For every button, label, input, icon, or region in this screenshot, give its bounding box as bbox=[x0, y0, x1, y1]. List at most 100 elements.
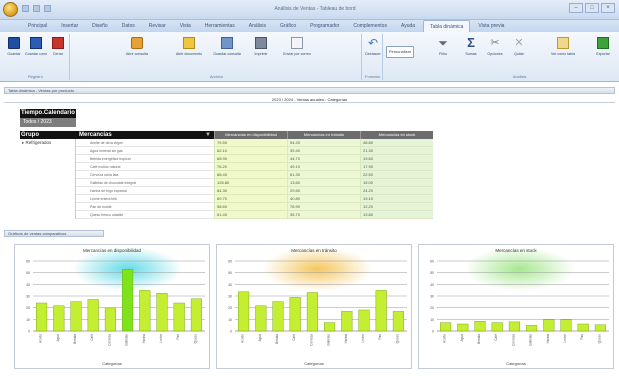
row-label: Pan de molde bbox=[76, 203, 214, 211]
chart-bar[interactable] bbox=[306, 292, 318, 332]
qat-save-icon[interactable] bbox=[22, 5, 29, 12]
export-button[interactable]: Exportar bbox=[590, 37, 616, 67]
chart-bar[interactable] bbox=[560, 319, 572, 332]
open-document-button[interactable]: Abrir documento bbox=[172, 37, 206, 67]
save-button[interactable]: Guardar bbox=[3, 37, 25, 67]
table-row[interactable]: Queso fresco untable 61.40 36.70 13.80 bbox=[76, 211, 433, 219]
ribbon-tab[interactable]: Análisis bbox=[243, 20, 272, 32]
ribbon-tab[interactable]: Programador bbox=[304, 20, 345, 32]
ribbon-tab[interactable]: Ayuda bbox=[395, 20, 421, 32]
ribbon-tab[interactable]: Revisar bbox=[143, 20, 172, 32]
chart-bar[interactable] bbox=[139, 290, 151, 332]
column-header[interactable]: Mercancías en stock bbox=[360, 131, 433, 139]
table-cell: 48.80 bbox=[360, 139, 433, 147]
chart-bar[interactable] bbox=[594, 324, 606, 332]
ribbon-tab[interactable]: Vista previa bbox=[472, 20, 510, 32]
chart-bar[interactable] bbox=[341, 311, 353, 332]
chart-panel-disponibilidad[interactable]: 60 50 40 30 20 10 0 Aceite Agua Bebida Café Cerveza… bbox=[14, 244, 210, 369]
save-query-button[interactable]: Guardar consulta bbox=[212, 37, 242, 67]
table-row[interactable]: Agua mineral sin gas 62.10 39.40 21.30 bbox=[76, 147, 433, 155]
filter-button[interactable]: ⏷ Filtro bbox=[430, 37, 456, 67]
ribbon-tab[interactable]: Herramientas bbox=[199, 20, 241, 32]
chart-bar[interactable] bbox=[474, 320, 486, 332]
ribbon: Guardar Guardar como Cerrar Registro Abr… bbox=[0, 32, 619, 82]
minimize-button[interactable]: – bbox=[569, 3, 583, 13]
mercancias-header[interactable]: Mercancías ▼ bbox=[76, 131, 214, 139]
chart-bar[interactable] bbox=[36, 302, 48, 332]
open-query-button[interactable]: Abrir consulta bbox=[122, 37, 152, 67]
y-tick-label: 0 bbox=[230, 330, 232, 334]
tiempo-filter-value[interactable]: Todos / 2023 bbox=[20, 118, 76, 127]
qat-redo-icon[interactable] bbox=[44, 5, 51, 12]
chart-bar[interactable] bbox=[53, 305, 65, 332]
chart-panel-transito[interactable]: 60 50 40 30 20 10 0 Aceite Agua Bebida Café Cerveza… bbox=[216, 244, 412, 369]
chart-bar[interactable] bbox=[491, 322, 503, 332]
chart-bar[interactable] bbox=[457, 323, 469, 332]
ribbon-tab[interactable]: Vista bbox=[174, 20, 197, 32]
chart-bar[interactable] bbox=[272, 301, 284, 332]
ribbon-tab[interactable]: Complementos bbox=[347, 20, 393, 32]
chart-bar[interactable] bbox=[543, 319, 555, 332]
chart-bar[interactable] bbox=[190, 298, 202, 332]
chart-bar[interactable] bbox=[577, 323, 589, 332]
maximize-button[interactable]: □ bbox=[585, 3, 599, 13]
view-as-table-button[interactable]: Ver como tabla bbox=[548, 37, 578, 67]
chart-bar[interactable] bbox=[104, 307, 116, 332]
sum-button[interactable]: Σ Sumas bbox=[460, 36, 482, 67]
table-row[interactable]: Galletas de chocolate integral 126.80 13.6… bbox=[76, 179, 433, 187]
x-tick-label: Aceite bbox=[39, 334, 43, 343]
sort-arrow-icon[interactable]: ▼ bbox=[205, 131, 211, 139]
ribbon-tab[interactable]: Diseño bbox=[86, 20, 114, 32]
chart-bar[interactable] bbox=[358, 309, 370, 332]
chart-bar[interactable] bbox=[440, 322, 452, 332]
charts-section-header[interactable]: Gráficos de ventas comparativos bbox=[4, 230, 104, 237]
chart-bar[interactable] bbox=[70, 301, 82, 332]
undo-button[interactable]: ↶ Deshacer bbox=[363, 37, 383, 67]
close-button[interactable]: × bbox=[601, 3, 615, 13]
group-cell[interactable]: ▸ Refrigerados bbox=[20, 139, 76, 219]
remove-button[interactable]: ✕ Quitar bbox=[508, 37, 530, 67]
qat-undo-icon[interactable] bbox=[33, 5, 40, 12]
chart-bar[interactable] bbox=[375, 290, 387, 332]
table-row[interactable]: Bebida energética tropical 68.90 44.70 19.6… bbox=[76, 155, 433, 163]
tiempo-filter-label[interactable]: Tiempo.Calendario bbox=[20, 109, 76, 118]
chart-bar[interactable] bbox=[238, 291, 250, 332]
expand-toggle-icon[interactable]: ▸ bbox=[22, 140, 24, 145]
column-header[interactable]: Mercancías en tránsito bbox=[287, 131, 360, 139]
save-as-button[interactable]: Guardar como bbox=[25, 37, 47, 67]
ribbon-group-analisis: ⏷ Filtro Σ Sumas ✂ Opciones ✕ Quitar Ver com… bbox=[420, 34, 619, 80]
chart-bar[interactable] bbox=[87, 299, 99, 332]
ribbon-group-formato: ↶ Deshacer Formato bbox=[363, 34, 383, 80]
chart-bar[interactable] bbox=[255, 305, 267, 332]
options-button[interactable]: ✂ Opciones bbox=[484, 37, 506, 67]
customize-button[interactable]: Personalizar bbox=[386, 46, 414, 58]
table-row[interactable]: Café molido natural 76.20 49.10 17.90 bbox=[76, 163, 433, 171]
chart-bar[interactable] bbox=[324, 322, 336, 332]
table-row[interactable]: Aceite de oliva virgen 79.50 54.20 48.80 bbox=[76, 139, 433, 147]
chart-bar[interactable] bbox=[122, 269, 134, 332]
x-tick-label: Café bbox=[292, 334, 296, 341]
print-button[interactable]: Imprimir bbox=[247, 37, 275, 67]
table-row[interactable]: Leche entera brik 69.70 40.80 19.10 bbox=[76, 195, 433, 203]
chart-bar[interactable] bbox=[156, 293, 168, 332]
ribbon-tab[interactable]: Datos bbox=[116, 20, 141, 32]
table-row[interactable]: Harina de trigo especial 84.30 29.50 24.20 bbox=[76, 187, 433, 195]
column-header[interactable]: Mercancías en disponibilidad bbox=[214, 131, 287, 139]
ribbon-tab[interactable]: Gráfico bbox=[274, 20, 302, 32]
table-row[interactable]: Cerveza rubia lata 88.40 61.30 22.50 bbox=[76, 171, 433, 179]
chart-panel-stock[interactable]: 60 50 40 30 20 10 0 Aceite Agua Bebida Café Cerveza… bbox=[418, 244, 614, 369]
chart-bar[interactable] bbox=[508, 321, 520, 332]
chart-bar[interactable] bbox=[173, 302, 185, 332]
app-logo-icon[interactable] bbox=[3, 2, 18, 17]
ribbon-tab[interactable]: Tabla dinámica bbox=[423, 20, 471, 32]
ribbon-tab[interactable]: Insertar bbox=[55, 20, 84, 32]
table-row[interactable]: Pan de molde 58.60 76.90 12.20 bbox=[76, 203, 433, 211]
grupo-header[interactable]: Grupo bbox=[20, 131, 76, 139]
chart-bar[interactable] bbox=[526, 325, 538, 332]
ribbon-tab[interactable]: Principal bbox=[22, 20, 53, 32]
pivot-section-header[interactable]: Tabla dinámica - Ventas por producto bbox=[4, 87, 615, 94]
send-mail-button[interactable]: Enviar por correo bbox=[280, 37, 314, 67]
chart-bar[interactable] bbox=[392, 311, 404, 332]
close-doc-button[interactable]: Cerrar bbox=[47, 37, 69, 67]
chart-bar[interactable] bbox=[289, 297, 301, 332]
